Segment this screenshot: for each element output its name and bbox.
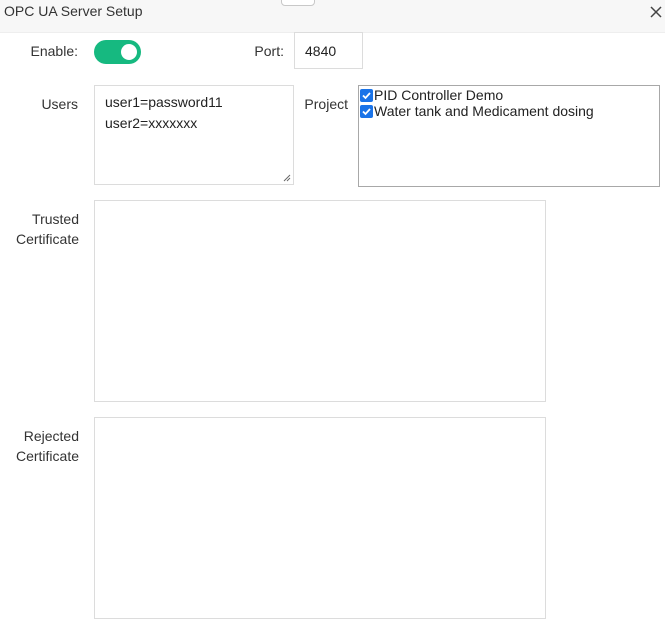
drag-handle[interactable] [281,0,315,6]
project-item-label: Water tank and Medicament dosing [374,103,594,119]
dialog-title: OPC UA Server Setup [4,3,143,19]
trusted-label-line: Certificate [15,231,79,247]
rejected-certificate-label: Rejected Certificate [10,426,79,466]
dialog-titlebar: OPC UA Server Setup [0,0,665,33]
close-icon [650,6,662,18]
checkmark-icon [362,91,371,99]
project-list: PID Controller Demo Water tank and Medic… [358,85,660,187]
project-item-label: PID Controller Demo [374,87,504,103]
trusted-label-line: Trusted [32,211,79,227]
users-textarea[interactable]: user1=password11 user2=xxxxxxx [94,85,294,185]
toggle-knob [121,44,137,60]
opc-ua-server-setup-dialog: OPC UA Server Setup Enable: Port: Users … [0,0,665,644]
port-label: Port: [254,43,284,59]
project-checkbox[interactable] [360,88,373,102]
resize-grip-icon[interactable] [283,174,291,182]
checkmark-icon [362,107,371,115]
users-line: user1=password11 [105,94,223,110]
users-label: Users [41,96,78,112]
enable-toggle[interactable] [94,40,141,64]
project-label: Project [304,96,348,112]
rejected-label-line: Rejected [23,428,79,444]
trusted-certificate-label: Trusted Certificate [10,209,79,249]
rejected-certificate-textarea[interactable] [94,417,546,619]
rejected-label-line: Certificate [15,448,79,464]
trusted-certificate-textarea[interactable] [94,200,546,402]
enable-label: Enable: [30,43,78,59]
project-item-water-tank[interactable]: Water tank and Medicament dosing [360,103,659,119]
port-input[interactable] [294,32,363,69]
users-line: user2=xxxxxxx [105,115,198,131]
close-button[interactable] [648,4,664,20]
project-checkbox[interactable] [360,104,373,118]
project-item-pid-controller-demo[interactable]: PID Controller Demo [360,87,659,103]
